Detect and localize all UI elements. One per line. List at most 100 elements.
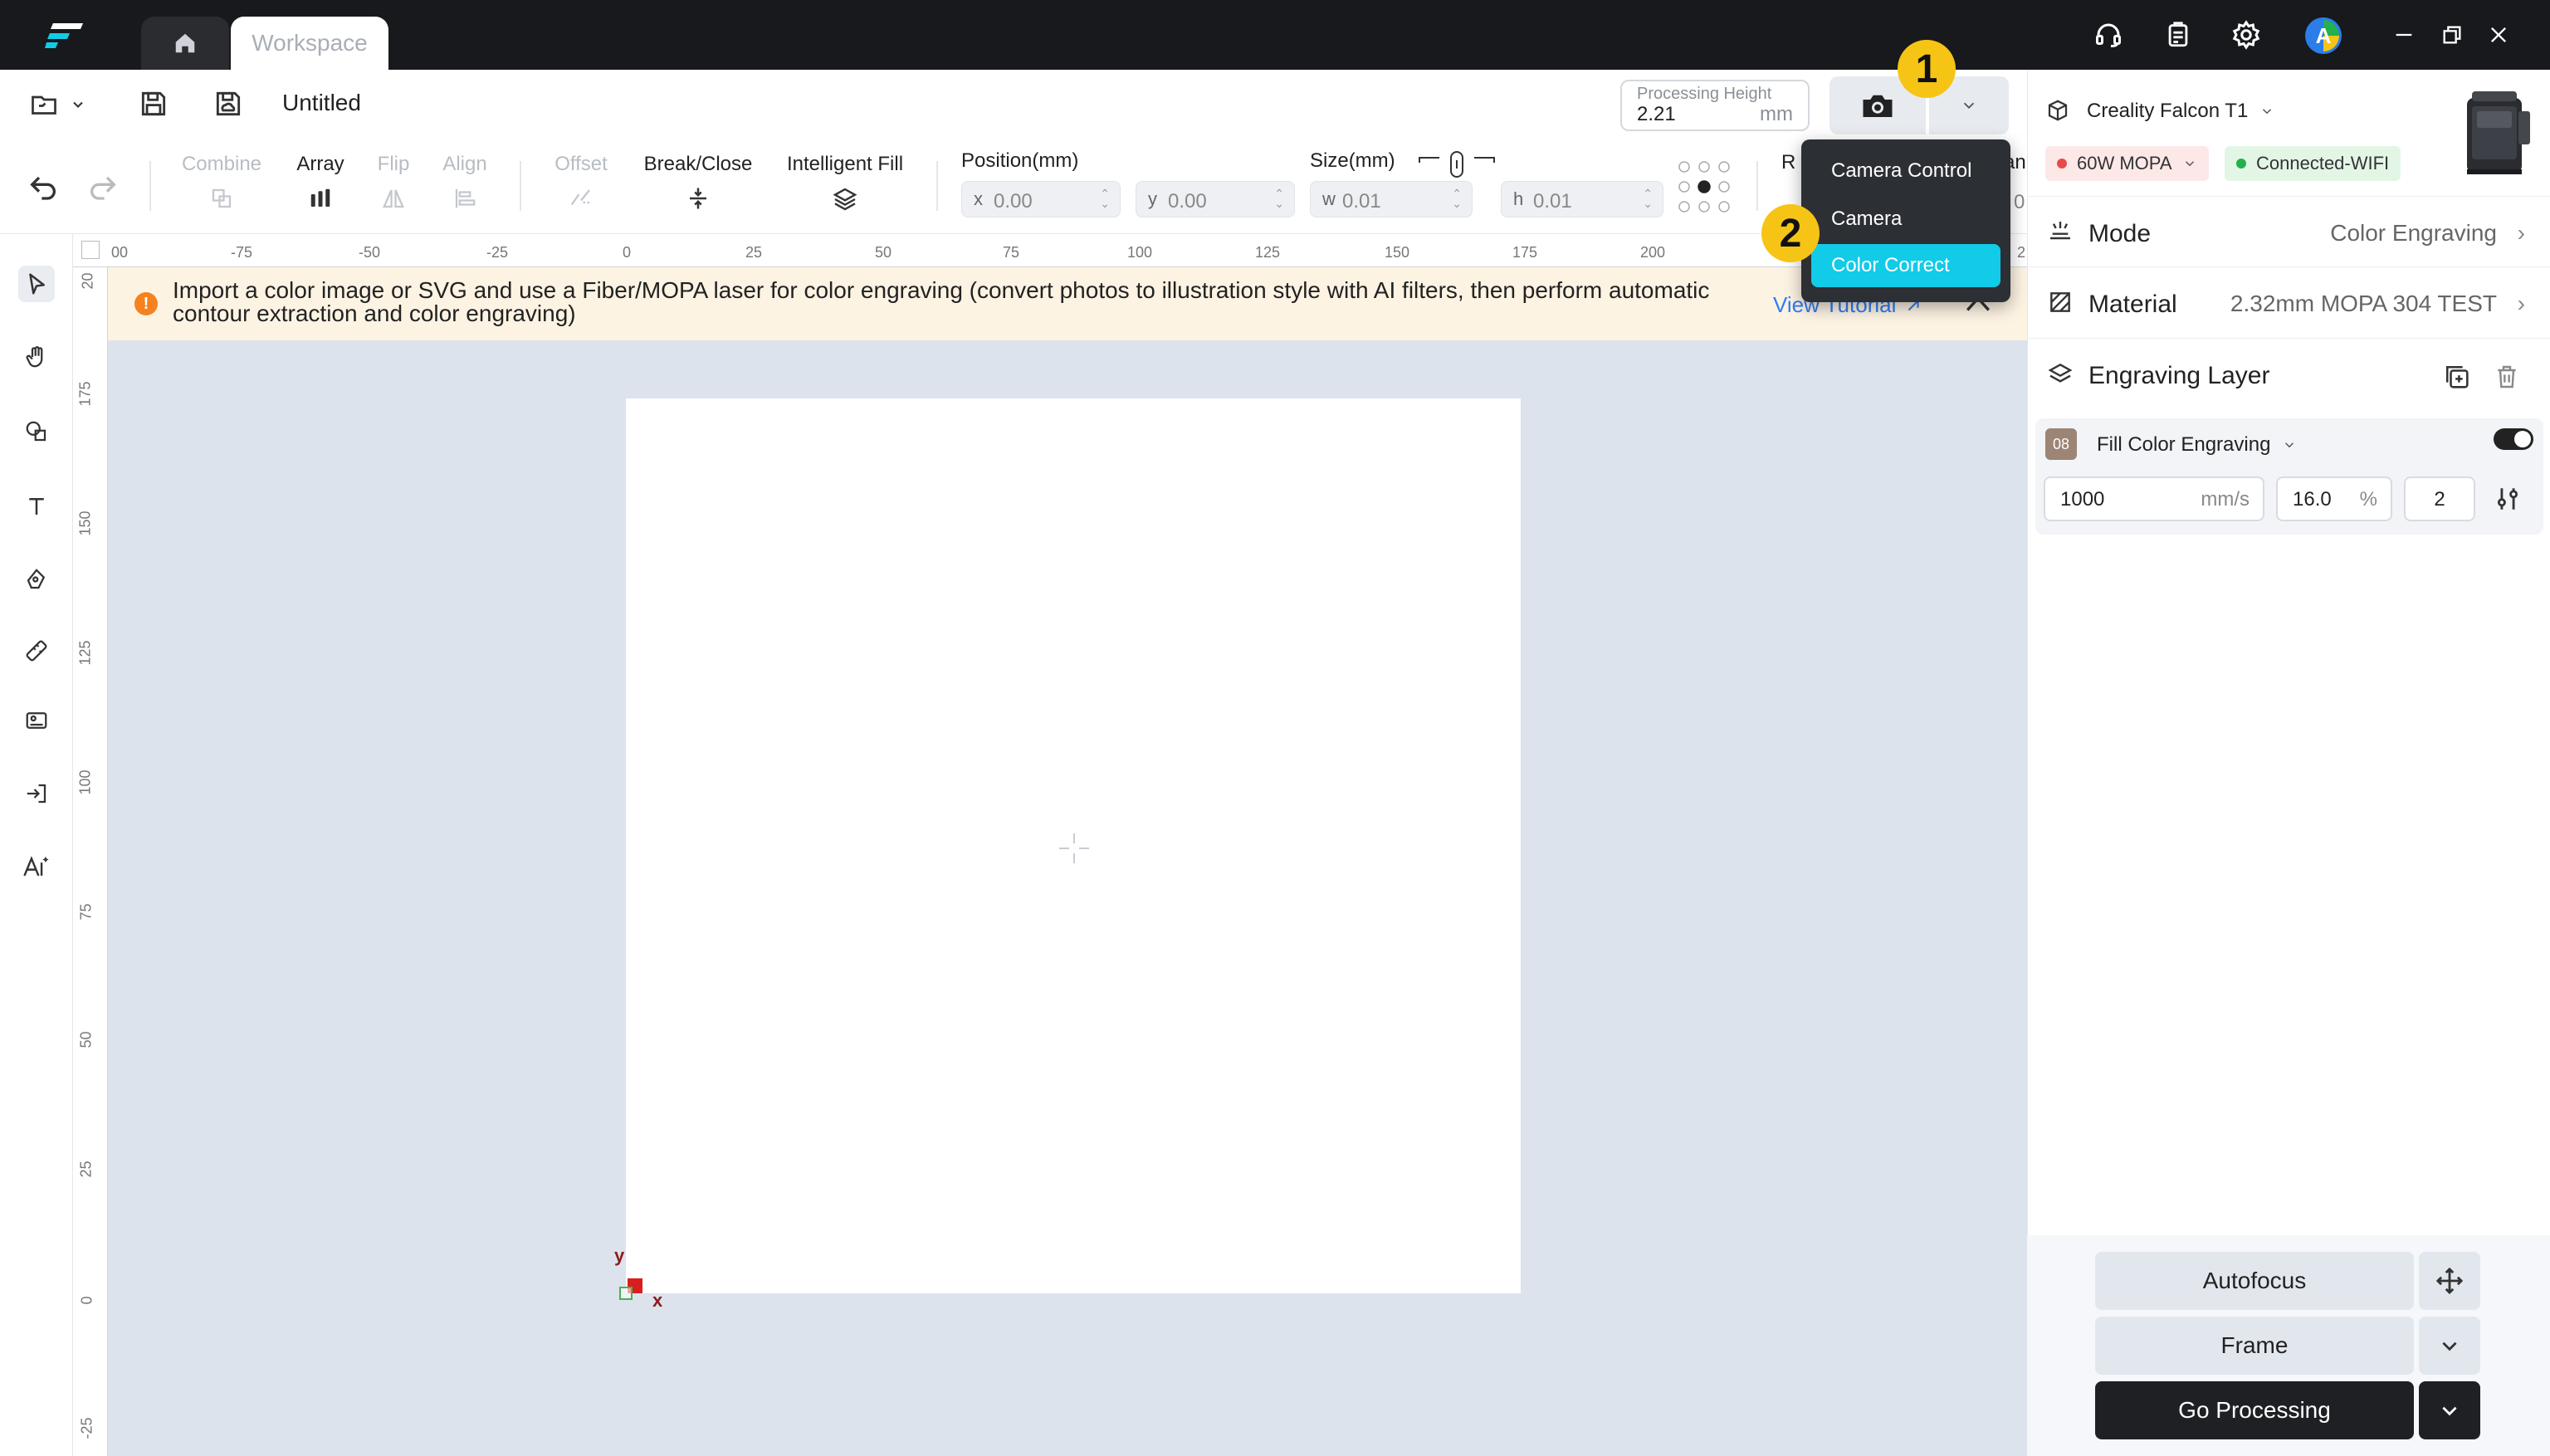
material-value: 2.32mm MOPA 304 TEST [2230,291,2497,316]
ruler-label: -25 [486,244,509,261]
menu-item-camera-control[interactable]: Camera Control [1811,149,2000,193]
ruler-label: 25 [77,1160,95,1178]
undo-icon [27,169,60,203]
frame-options-button[interactable] [2419,1317,2480,1375]
processing-height-field[interactable]: Processing Height 2.21 mm [1620,80,1810,131]
chevron-down-icon [2259,104,2274,119]
passes-value[interactable]: 2 [2406,478,2474,511]
combine-tool[interactable]: Combine [176,153,267,211]
separator [520,161,521,211]
measure-tool[interactable] [18,633,55,669]
import-icon [24,781,49,806]
lock-ratio-button[interactable] [1418,149,1496,179]
processing-options-button[interactable] [2419,1381,2480,1439]
step-marker-2: 2 [1761,204,1820,262]
save-button[interactable] [138,88,169,120]
speed-field[interactable]: 1000 mm/s [2044,476,2264,521]
save-cloud-button[interactable] [212,88,244,120]
gear-icon[interactable] [2230,18,2263,51]
separator [149,161,151,211]
spinner-icon[interactable]: ⌃ ⌄ [1643,188,1653,209]
speed-value[interactable]: 1000 [2060,488,2104,511]
position-y-field[interactable]: y 0.00 ⌃ ⌄ [1136,181,1295,217]
h-key: h [1513,188,1524,209]
pen-tool[interactable] [18,561,55,598]
minimize-icon[interactable] [2387,18,2421,51]
close-icon[interactable] [2482,18,2515,51]
spinner-icon[interactable]: ⌃ ⌄ [1452,188,1462,209]
array-label: Array [296,153,344,175]
folder-icon [28,90,60,120]
offset-label: Offset [554,153,608,175]
clipboard-icon[interactable] [2162,18,2195,51]
material-row[interactable]: Material 2.32mm MOPA 304 TEST › [2027,267,2550,339]
connection-status: Connected-WIFI [2225,146,2401,181]
image-tool[interactable] [18,702,55,739]
ruler-label: 75 [1003,244,1020,261]
laser-selector[interactable]: 60W MOPA [2045,146,2209,181]
jog-button[interactable] [2419,1252,2480,1310]
position-x-value[interactable]: 0.00 [994,190,1033,213]
layers-icon [2047,360,2074,387]
menu-item-color-correct[interactable]: Color Correct [1811,244,2000,287]
layer-color-badge[interactable]: 08 [2045,428,2077,460]
text-tool[interactable] [18,488,55,525]
restore-icon[interactable] [2435,18,2469,51]
device-selector[interactable]: Creality Falcon T1 [2087,100,2274,123]
size-h-value[interactable]: 0.01 [1533,190,1572,213]
chevron-down-icon [70,96,86,113]
ruler-label: 20 [79,272,96,290]
size-h-field[interactable]: h 0.01 ⌃ ⌄ [1501,181,1663,217]
processing-height-value[interactable]: 2.21 [1637,103,1676,126]
power-value[interactable]: 16.0 [2293,488,2332,511]
undo-button[interactable] [27,169,60,203]
position-x-field[interactable]: x 0.00 ⌃ ⌄ [961,181,1121,217]
cursor-icon [24,271,49,296]
menu-item-camera-calibration[interactable]: Camera Calibration [1811,198,2000,273]
delete-layer-button[interactable] [2494,364,2520,390]
tab-workspace[interactable]: Workspace [231,17,388,70]
redo-button[interactable] [86,169,120,203]
ruler-label: 0 [623,244,632,261]
break-close-tool[interactable]: Break/Close [636,153,760,211]
frame-button[interactable]: Frame [2095,1317,2414,1375]
layer-settings-button[interactable] [2494,485,2522,513]
spinner-icon[interactable]: ⌃ ⌄ [1100,188,1110,209]
position-y-value[interactable]: 0.00 [1168,190,1207,213]
select-tool[interactable] [18,266,55,302]
shapes-tool[interactable] [18,413,55,450]
connection-label: Connected-WIFI [2256,153,2390,173]
ai-tool[interactable] [18,848,55,885]
headset-icon[interactable] [2092,18,2125,51]
align-tool[interactable]: Align [435,153,495,211]
autofocus-button[interactable]: Autofocus [2095,1252,2414,1310]
size-w-field[interactable]: w 0.01 ⌃ ⌄ [1310,181,1473,217]
go-processing-button[interactable]: Go Processing [2095,1381,2414,1439]
ruler-vertical: 20 175 150 125 100 75 50 25 0 -25 [73,267,108,1456]
document-title[interactable]: Untitled [282,90,361,116]
array-tool[interactable]: Array [287,153,354,211]
ruler-label: 50 [875,244,892,261]
mode-row[interactable]: Mode Color Engraving › [2027,196,2550,267]
align-icon [435,186,495,211]
open-file-button[interactable] [28,90,86,120]
offset-tool[interactable]: Offset [548,153,614,211]
power-field[interactable]: 16.0 % [2276,476,2392,521]
layer-type-selector[interactable]: Fill Color Engraving [2097,433,2297,457]
layer-toggle[interactable] [2494,428,2533,450]
flip-tool[interactable]: Flip [369,153,418,211]
size-w-value[interactable]: 0.01 [1342,190,1381,213]
speed-unit: mm/s [2201,488,2250,511]
anchor-point-selector[interactable] [1677,159,1732,214]
add-layer-button[interactable] [2444,364,2472,392]
avatar[interactable]: A [2304,17,2342,55]
camera-icon [1860,90,1895,120]
intelligent-fill-tool[interactable]: Intelligent Fill [782,153,908,213]
pan-tool[interactable] [18,339,55,375]
separator [1756,161,1758,211]
passes-field[interactable]: 2 [2404,476,2475,521]
spinner-icon[interactable]: ⌃ ⌄ [1274,188,1284,209]
import-tool[interactable] [18,775,55,812]
processing-height-label: Processing Height [1637,85,1772,103]
home-tab[interactable] [141,17,229,70]
